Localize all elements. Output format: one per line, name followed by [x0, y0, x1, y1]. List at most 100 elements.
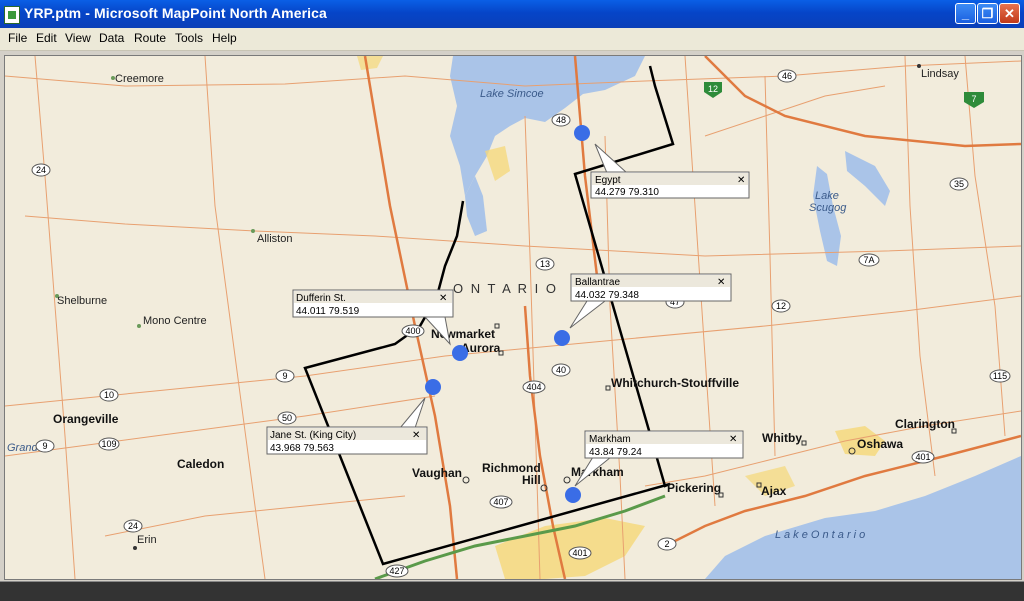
svg-text:13: 13 [540, 259, 550, 269]
label-oshawa: Oshawa [857, 437, 903, 451]
svg-text:35: 35 [954, 179, 964, 189]
shield-407: 407 [489, 495, 513, 509]
pushpin-ballantrae [554, 330, 570, 346]
region-label: O N T A R I O [453, 281, 558, 296]
svg-text:2: 2 [664, 539, 669, 549]
callout-dufferin-name: Dufferin St. [296, 293, 346, 304]
label-lindsay: Lindsay [921, 68, 959, 80]
menu-file[interactable]: File [8, 31, 27, 45]
label-pickering: Pickering [667, 481, 721, 495]
window-title: YRP.ptm - Microsoft MapPoint North Ameri… [24, 5, 327, 21]
svg-text:401: 401 [572, 548, 587, 558]
menu-tools[interactable]: Tools [175, 31, 203, 45]
map-canvas[interactable]: O N T A R I O Lake Simcoe Lake Scugog L … [5, 56, 1021, 579]
status-bar [0, 581, 1024, 601]
shield-9b: 9 [35, 439, 55, 453]
svg-text:40: 40 [556, 365, 566, 375]
menu-help[interactable]: Help [212, 31, 237, 45]
maximize-button[interactable]: ❐ [977, 3, 998, 24]
menu-data[interactable]: Data [99, 31, 124, 45]
svg-text:9: 9 [282, 371, 287, 381]
menu-edit[interactable]: Edit [36, 31, 57, 45]
shield-24b: 24 [123, 519, 143, 533]
svg-text:46: 46 [782, 71, 792, 81]
shield-9: 9 [275, 369, 295, 383]
callout-dufferin-close-icon[interactable]: ✕ [439, 293, 447, 304]
minimize-button[interactable]: _ [955, 3, 976, 24]
label-richmond-hill-2: Hill [522, 473, 541, 487]
callout-jane-close-icon[interactable]: ✕ [412, 430, 420, 441]
shield-427: 427 [385, 564, 409, 578]
shield-400: 400 [401, 324, 425, 338]
shield-10: 10 [99, 388, 119, 402]
callout-egypt-name: Egypt [595, 175, 621, 186]
svg-text:407: 407 [493, 497, 508, 507]
label-lake-scugog-1: Lake [815, 190, 839, 202]
svg-text:401: 401 [915, 452, 930, 462]
shield-115: 115 [989, 369, 1011, 383]
label-lake-scugog-2: Scugog [809, 202, 847, 214]
pushpin-egypt [574, 125, 590, 141]
svg-text:109: 109 [101, 439, 116, 449]
svg-text:7A: 7A [863, 255, 874, 265]
callout-jane-coords: 43.968 79.563 [270, 443, 334, 454]
svg-text:7: 7 [971, 94, 976, 104]
shield-401b: 401 [568, 546, 592, 560]
svg-text:400: 400 [405, 326, 420, 336]
callout-markham-close-icon[interactable]: ✕ [729, 434, 737, 445]
label-mono-centre: Mono Centre [143, 315, 207, 327]
menu-bar: File Edit View Data Route Tools Help [0, 28, 1024, 51]
callout-markham-name: Markham [589, 434, 631, 445]
label-whitby: Whitby [762, 431, 802, 445]
shield-401a: 401 [911, 450, 935, 464]
label-whitchurch: Whitchurch-Stouffville [611, 376, 739, 390]
menu-route[interactable]: Route [134, 31, 166, 45]
callout-egypt-coords: 44.279 79.310 [595, 187, 659, 198]
shield-35: 35 [949, 177, 969, 191]
label-shelburne: Shelburne [57, 295, 107, 307]
svg-text:24: 24 [128, 521, 138, 531]
label-orangeville: Orangeville [53, 412, 119, 426]
label-alliston: Alliston [257, 233, 292, 245]
callout-dufferin-coords: 44.011 79.519 [296, 306, 360, 317]
pushpin-markham [565, 487, 581, 503]
callout-jane-name: Jane St. (King City) [270, 430, 356, 441]
callout-egypt-close-icon[interactable]: ✕ [737, 175, 745, 186]
svg-text:10: 10 [104, 390, 114, 400]
pushpin-dufferin [452, 345, 468, 361]
label-clarington: Clarington [895, 417, 955, 431]
shield-46: 46 [777, 69, 797, 83]
menu-view[interactable]: View [65, 31, 91, 45]
shield-50: 50 [277, 411, 297, 425]
svg-text:427: 427 [389, 566, 404, 576]
svg-text:48: 48 [556, 115, 566, 125]
pushpin-jane [425, 379, 441, 395]
label-vaughan: Vaughan [412, 466, 462, 480]
callout-ballantrae-close-icon[interactable]: ✕ [717, 277, 725, 288]
close-button[interactable]: ✕ [999, 3, 1020, 24]
shield-48: 48 [551, 113, 571, 127]
label-erin: Erin [137, 534, 157, 546]
svg-text:24: 24 [36, 165, 46, 175]
label-grand: Grand [7, 442, 38, 454]
svg-text:12: 12 [776, 301, 786, 311]
svg-text:115: 115 [993, 371, 1007, 381]
svg-text:404: 404 [526, 382, 541, 392]
shield-7A: 7A [858, 253, 880, 267]
label-caledon: Caledon [177, 457, 224, 471]
callout-markham-coords: 43.84 79.24 [589, 447, 642, 458]
label-creemore: Creemore [115, 73, 164, 85]
label-lake-simcoe: Lake Simcoe [480, 88, 544, 100]
map-view[interactable]: O N T A R I O Lake Simcoe Lake Scugog L … [4, 55, 1022, 580]
shield-12b: 12 [771, 299, 791, 313]
shield-40: 40 [551, 363, 571, 377]
shield-2: 2 [657, 537, 677, 551]
shield-13: 13 [535, 257, 555, 271]
title-bar: YRP.ptm - Microsoft MapPoint North Ameri… [0, 0, 1024, 28]
mappoint-app-icon [4, 6, 20, 24]
callout-ballantrae-coords: 44.032 79.348 [575, 290, 639, 301]
svg-text:12: 12 [708, 84, 718, 94]
shield-404: 404 [522, 380, 546, 394]
shield-109: 109 [98, 437, 120, 451]
shield-24a: 24 [31, 163, 51, 177]
